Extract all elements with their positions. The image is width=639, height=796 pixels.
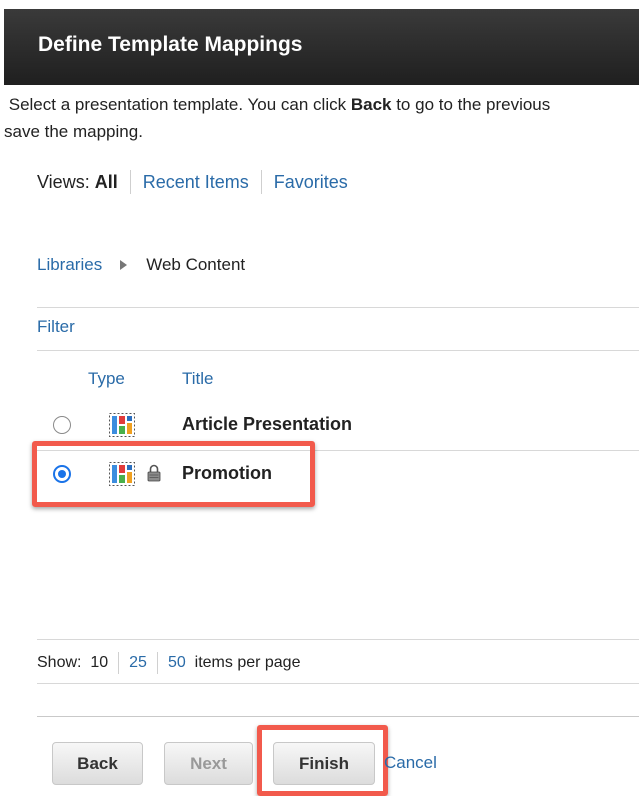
divider — [37, 683, 639, 684]
views-label: Views: — [37, 171, 90, 192]
views-divider — [129, 170, 131, 194]
cancel-link[interactable]: Cancel — [384, 753, 437, 773]
page-title: Define Template Mappings — [38, 33, 303, 56]
row-select-radio[interactable] — [53, 416, 71, 434]
views-current: All — [94, 171, 118, 192]
divider — [37, 716, 639, 717]
divider — [37, 639, 639, 640]
dialog-header: Define Template Mappings — [4, 9, 639, 85]
divider — [37, 307, 639, 308]
views-divider — [260, 170, 262, 194]
breadcrumb-libraries-link[interactable]: Libraries — [37, 255, 102, 275]
instructions-line-2: save the mapping. — [4, 122, 143, 141]
highlight-annotation — [257, 725, 388, 796]
instructions-back-keyword: Back — [350, 95, 392, 114]
breadcrumb: Libraries Web Content — [37, 255, 245, 275]
breadcrumb-arrow-icon — [120, 260, 128, 270]
page-size-current: 10 — [90, 654, 109, 671]
views-favorites-link[interactable]: Favorites — [274, 172, 348, 193]
column-header-title[interactable]: Title — [182, 369, 214, 389]
instructions-text: Select a presentation template. You can … — [4, 91, 639, 145]
views-bar: Views: All Recent Items Favorites — [37, 170, 348, 194]
pagination-divider — [156, 652, 158, 674]
page-size-25-link[interactable]: 25 — [129, 654, 147, 672]
presentation-template-icon — [109, 413, 135, 437]
pagination-divider — [118, 652, 120, 674]
views-recent-items-link[interactable]: Recent Items — [143, 172, 249, 193]
instructions-suffix: to go to the previous — [391, 95, 551, 114]
filter-link[interactable]: Filter — [37, 317, 75, 337]
column-header-type[interactable]: Type — [88, 369, 125, 389]
pagination-suffix: items per page — [194, 654, 301, 671]
highlight-annotation — [32, 441, 315, 507]
next-button[interactable]: Next — [164, 742, 253, 785]
pagination-label: Show: — [37, 654, 82, 671]
page-size-50-link[interactable]: 50 — [168, 654, 186, 672]
pagination-bar: Show: 10 25 50 items per page — [37, 652, 300, 674]
row-title[interactable]: Article Presentation — [182, 414, 352, 435]
breadcrumb-current: Web Content — [146, 255, 246, 274]
back-button[interactable]: Back — [52, 742, 143, 785]
instructions-prefix: Select a presentation template. You can … — [8, 95, 351, 114]
divider — [37, 350, 639, 351]
